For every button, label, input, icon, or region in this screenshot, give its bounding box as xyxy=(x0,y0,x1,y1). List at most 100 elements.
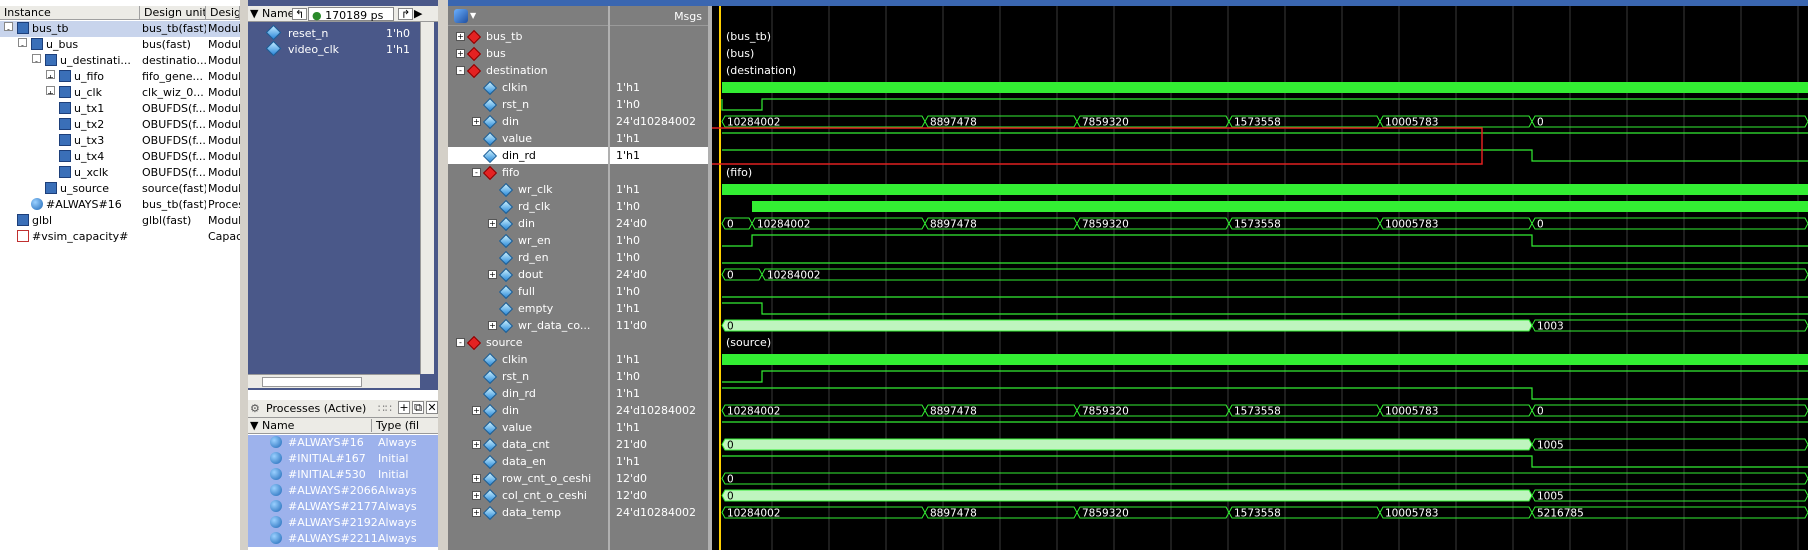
expand-icon[interactable]: + xyxy=(488,321,497,330)
tree-row[interactable]: #ALWAYS#16 bus_tb(fast)Process xyxy=(0,197,240,213)
wave-canvas[interactable]: (bus_tb) (bus) (destination) 10284002 889747… xyxy=(712,6,1808,550)
signal-value-row[interactable]: 1'h1 xyxy=(610,419,708,436)
process-row[interactable]: #ALWAYS#2177 Always xyxy=(248,499,438,515)
add-icon[interactable]: + xyxy=(398,401,410,414)
col-name[interactable]: Name xyxy=(262,419,372,432)
signal-row[interactable]: empty xyxy=(448,300,608,317)
tree-row[interactable]: u_tx4 OBUFDS(f...Module xyxy=(0,149,240,165)
col-type[interactable]: Type (fil xyxy=(376,419,419,432)
col-instance[interactable]: Instance xyxy=(0,6,140,20)
expand-icon[interactable]: + xyxy=(472,508,481,517)
signal-row[interactable]: + row_cnt_o_ceshi xyxy=(448,470,608,487)
objects-vscrollbar[interactable] xyxy=(420,22,434,374)
expand-icon[interactable]: + xyxy=(456,49,465,58)
signal-value-row[interactable]: 1'h0 xyxy=(610,198,708,215)
tree-row[interactable]: - bus_tb bus_tb(fast)Module xyxy=(0,21,240,37)
wave-tool-icon[interactable] xyxy=(454,9,468,23)
signal-row[interactable]: + dout xyxy=(448,266,608,283)
collapse-icon[interactable]: - xyxy=(18,38,27,47)
signal-row[interactable]: din_rd xyxy=(448,385,608,402)
expand-icon[interactable]: + xyxy=(456,32,465,41)
signal-value-row[interactable]: 1'h1 xyxy=(610,147,708,164)
signal-row[interactable]: data_en xyxy=(448,453,608,470)
signal-value-row[interactable]: 24'd10284002 xyxy=(610,113,708,130)
signal-value-row[interactable]: 21'd0 xyxy=(610,436,708,453)
objects-next-icon[interactable]: ▶ xyxy=(414,6,422,22)
signal-row[interactable]: + din xyxy=(448,215,608,232)
expand-icon[interactable]: + xyxy=(488,270,497,279)
tree-row[interactable]: u_tx2 OBUFDS(f...Module xyxy=(0,117,240,133)
signal-row[interactable]: + data_temp xyxy=(448,504,608,521)
pane-splitter[interactable] xyxy=(240,0,248,550)
process-row[interactable]: #ALWAYS#2192 Always xyxy=(248,515,438,531)
objects-name-col[interactable]: Name xyxy=(262,6,294,22)
object-row[interactable]: video_clk 1'h1 xyxy=(248,40,410,58)
signal-value-row[interactable]: 1'h1 xyxy=(610,300,708,317)
signal-row[interactable]: - source xyxy=(448,334,608,351)
time-forward-icon[interactable]: ↱ xyxy=(398,8,414,20)
process-row[interactable]: #INITIAL#167 Initial xyxy=(248,451,438,467)
collapse-icon[interactable]: - xyxy=(456,338,465,347)
tree-row[interactable]: + u_fifo fifo_gene... Module xyxy=(0,69,240,85)
time-field[interactable]: ● 170189 ps xyxy=(308,7,394,22)
pane-splitter[interactable] xyxy=(438,0,448,550)
signal-row[interactable]: + col_cnt_o_ceshi xyxy=(448,487,608,504)
signal-value-row[interactable] xyxy=(610,28,708,45)
objects-sort-icon[interactable]: ▼ xyxy=(250,6,258,22)
signal-row[interactable]: rst_n xyxy=(448,96,608,113)
tree-row[interactable]: glbl glbl(fast) Module xyxy=(0,213,240,229)
signal-row[interactable]: - destination xyxy=(448,62,608,79)
close-icon[interactable]: ✕ xyxy=(426,401,438,414)
signal-value-row[interactable]: 12'd0 xyxy=(610,470,708,487)
signal-row[interactable]: rst_n xyxy=(448,368,608,385)
expand-icon[interactable]: + xyxy=(46,86,55,95)
tree-row[interactable]: u_xclk OBUFDS(f...Module xyxy=(0,165,240,181)
signal-value-row[interactable]: 1'h0 xyxy=(610,249,708,266)
tree-row[interactable]: #vsim_capacity# Capaci xyxy=(0,229,240,245)
collapse-icon[interactable]: - xyxy=(472,168,481,177)
signal-value-row[interactable]: 11'd0 xyxy=(610,317,708,334)
signal-value-row[interactable]: 24'd10284002 xyxy=(610,504,708,521)
signal-row[interactable]: clkin xyxy=(448,79,608,96)
signal-value-row[interactable] xyxy=(610,164,708,181)
signal-value-row[interactable]: 1'h1 xyxy=(610,130,708,147)
signal-value-row[interactable]: 1'h1 xyxy=(610,181,708,198)
signal-row[interactable]: + wr_data_co... xyxy=(448,317,608,334)
signal-row[interactable]: clkin xyxy=(448,351,608,368)
signal-value-row[interactable]: 24'd0 xyxy=(610,266,708,283)
col-design-unit[interactable]: Design unit xyxy=(140,6,206,20)
collapse-icon[interactable]: - xyxy=(4,22,13,31)
signal-value-row[interactable]: 1'h0 xyxy=(610,368,708,385)
signal-row[interactable]: + din xyxy=(448,402,608,419)
collapse-icon[interactable]: - xyxy=(456,66,465,75)
expand-icon[interactable]: + xyxy=(472,474,481,483)
collapse-icon[interactable]: - xyxy=(32,54,41,63)
objects-hscrollbar[interactable] xyxy=(248,374,420,388)
tree-row[interactable]: u_tx3 OBUFDS(f...Module xyxy=(0,133,240,149)
expand-icon[interactable]: + xyxy=(46,70,55,79)
expand-icon[interactable]: + xyxy=(472,117,481,126)
scroll-thumb[interactable] xyxy=(262,377,362,387)
process-row[interactable]: #INITIAL#530 Initial xyxy=(248,467,438,483)
signal-row[interactable]: + bus_tb xyxy=(448,28,608,45)
signal-value-row[interactable]: 1'h1 xyxy=(610,351,708,368)
signal-value-row[interactable]: 24'd10284002 xyxy=(610,402,708,419)
signal-value-row[interactable]: 24'd0 xyxy=(610,215,708,232)
signal-row[interactable]: rd_clk xyxy=(448,198,608,215)
process-row[interactable]: #ALWAYS#2211 Always xyxy=(248,531,438,547)
signal-row[interactable]: wr_clk xyxy=(448,181,608,198)
process-row[interactable]: #ALWAYS#2066 Always xyxy=(248,483,438,499)
signal-row[interactable]: rd_en xyxy=(448,249,608,266)
undock-icon[interactable]: ⧉ xyxy=(412,401,424,414)
signal-value-row[interactable]: 1'h1 xyxy=(610,453,708,470)
tree-row[interactable]: u_source source(fast)Module xyxy=(0,181,240,197)
tree-row[interactable]: u_tx1 OBUFDS(f...Module xyxy=(0,101,240,117)
chevron-down-icon[interactable]: ▼ xyxy=(470,11,476,20)
time-back-icon[interactable]: ↰ xyxy=(292,8,308,20)
signal-row[interactable]: wr_en xyxy=(448,232,608,249)
object-row[interactable]: reset_n 1'h0 xyxy=(248,24,410,42)
signal-value-row[interactable]: 1'h0 xyxy=(610,283,708,300)
signal-value-row[interactable]: 12'd0 xyxy=(610,487,708,504)
signal-row[interactable]: value xyxy=(448,130,608,147)
col-design-type[interactable]: Design xyxy=(206,6,240,20)
